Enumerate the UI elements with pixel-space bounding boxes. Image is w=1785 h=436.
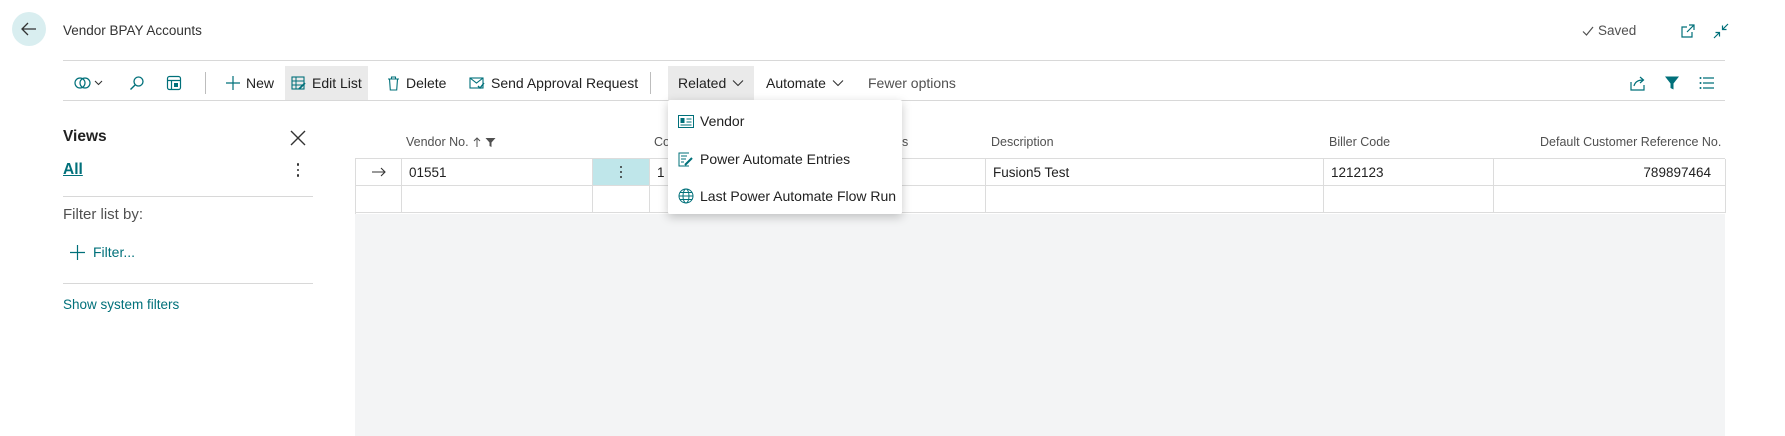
view-all-link[interactable]: All: [63, 161, 83, 179]
back-button[interactable]: [12, 12, 46, 46]
fewer-options-button[interactable]: Fewer options: [862, 66, 962, 100]
sort-ascending-icon: [473, 136, 480, 147]
biller-code-cell[interactable]: [1324, 186, 1494, 213]
menu-item-last-power-automate-flow-run[interactable]: Last Power Automate Flow Run: [678, 183, 896, 209]
filter-icon: [485, 137, 496, 147]
biller-code-cell[interactable]: 1212123: [1324, 159, 1494, 186]
chevron-down-icon: [832, 80, 844, 87]
column-header-description[interactable]: Description: [991, 135, 1054, 149]
collapse-icon[interactable]: [1712, 22, 1730, 40]
approval-icon: [469, 77, 485, 90]
column-header-biller-code[interactable]: Biller Code: [1329, 135, 1390, 149]
plus-icon: [70, 244, 85, 260]
vendor-no-cell[interactable]: [402, 186, 593, 213]
menu-item-power-automate-entries[interactable]: Power Automate Entries: [678, 146, 850, 172]
row-indicator[interactable]: [356, 186, 402, 213]
related-menu-button[interactable]: Related: [668, 66, 755, 100]
description-cell[interactable]: [986, 186, 1324, 213]
copilot-icon: [74, 77, 103, 89]
card-icon: [678, 114, 694, 128]
toolbar-separator: [650, 72, 651, 94]
column-header-hidden[interactable]: s: [902, 135, 908, 149]
table-row-empty[interactable]: [355, 186, 1726, 214]
default-customer-ref-cell[interactable]: 789897464: [1494, 159, 1726, 186]
toolbar-separator: [205, 72, 206, 94]
globe-icon: [678, 188, 694, 204]
column-header-default-customer-ref[interactable]: Default Customer Reference No.: [1540, 135, 1721, 149]
menu-item-vendor[interactable]: Vendor: [678, 108, 744, 134]
filter-pane-icon[interactable]: [1661, 72, 1683, 94]
new-button[interactable]: New: [220, 66, 280, 100]
saved-label: Saved: [1598, 23, 1637, 38]
related-dropdown-menu: Vendor Power Automate Entries Last Power…: [668, 100, 902, 214]
add-filter-button[interactable]: Filter...: [70, 244, 135, 260]
delete-button[interactable]: Delete: [381, 66, 452, 100]
grid-empty-area: [355, 214, 1725, 436]
plus-icon: [226, 76, 240, 90]
page-title: Vendor BPAY Accounts: [63, 23, 202, 38]
list-view-icon[interactable]: [1696, 72, 1718, 94]
edit-list-button[interactable]: Edit List: [285, 66, 368, 100]
arrow-left-icon: [21, 22, 36, 36]
automate-menu-button[interactable]: Automate: [760, 66, 850, 100]
entries-icon: [678, 152, 693, 166]
filter-list-by-label: Filter list by:: [63, 206, 144, 223]
trash-icon: [388, 75, 399, 91]
checkmark-icon: [1582, 26, 1594, 36]
filter-divider: [63, 283, 313, 284]
open-new-window-icon[interactable]: [1679, 22, 1697, 40]
views-title: Views: [63, 128, 107, 145]
row-actions-cell[interactable]: [593, 159, 650, 186]
row-actions-cell[interactable]: [593, 186, 650, 213]
send-approval-request-button[interactable]: Send Approval Request: [463, 66, 644, 100]
show-system-filters-link[interactable]: Show system filters: [63, 297, 179, 312]
default-customer-ref-cell[interactable]: [1494, 186, 1726, 213]
column-header-vendor-no[interactable]: Vendor No.: [406, 135, 496, 149]
description-cell[interactable]: Fusion5 Test: [986, 159, 1324, 186]
views-divider: [63, 196, 313, 197]
analysis-mode-icon[interactable]: [163, 72, 185, 94]
edit-list-icon: [291, 75, 306, 90]
copilot-dropdown[interactable]: [74, 72, 104, 94]
share-icon[interactable]: [1627, 72, 1649, 94]
view-more-options-icon[interactable]: [292, 160, 304, 180]
table-row[interactable]: 01551 1 Fusion5 Test 1212123 789897464: [355, 158, 1726, 186]
vendor-no-cell[interactable]: 01551: [402, 159, 593, 186]
arrow-right-icon: [371, 167, 386, 177]
close-views-icon[interactable]: [288, 128, 308, 148]
header-divider: [63, 60, 1725, 61]
saved-status: Saved: [1582, 23, 1636, 38]
row-indicator[interactable]: [356, 159, 402, 186]
chevron-down-icon: [732, 80, 744, 87]
row-more-options-icon[interactable]: [619, 165, 623, 179]
search-icon[interactable]: [126, 72, 148, 94]
